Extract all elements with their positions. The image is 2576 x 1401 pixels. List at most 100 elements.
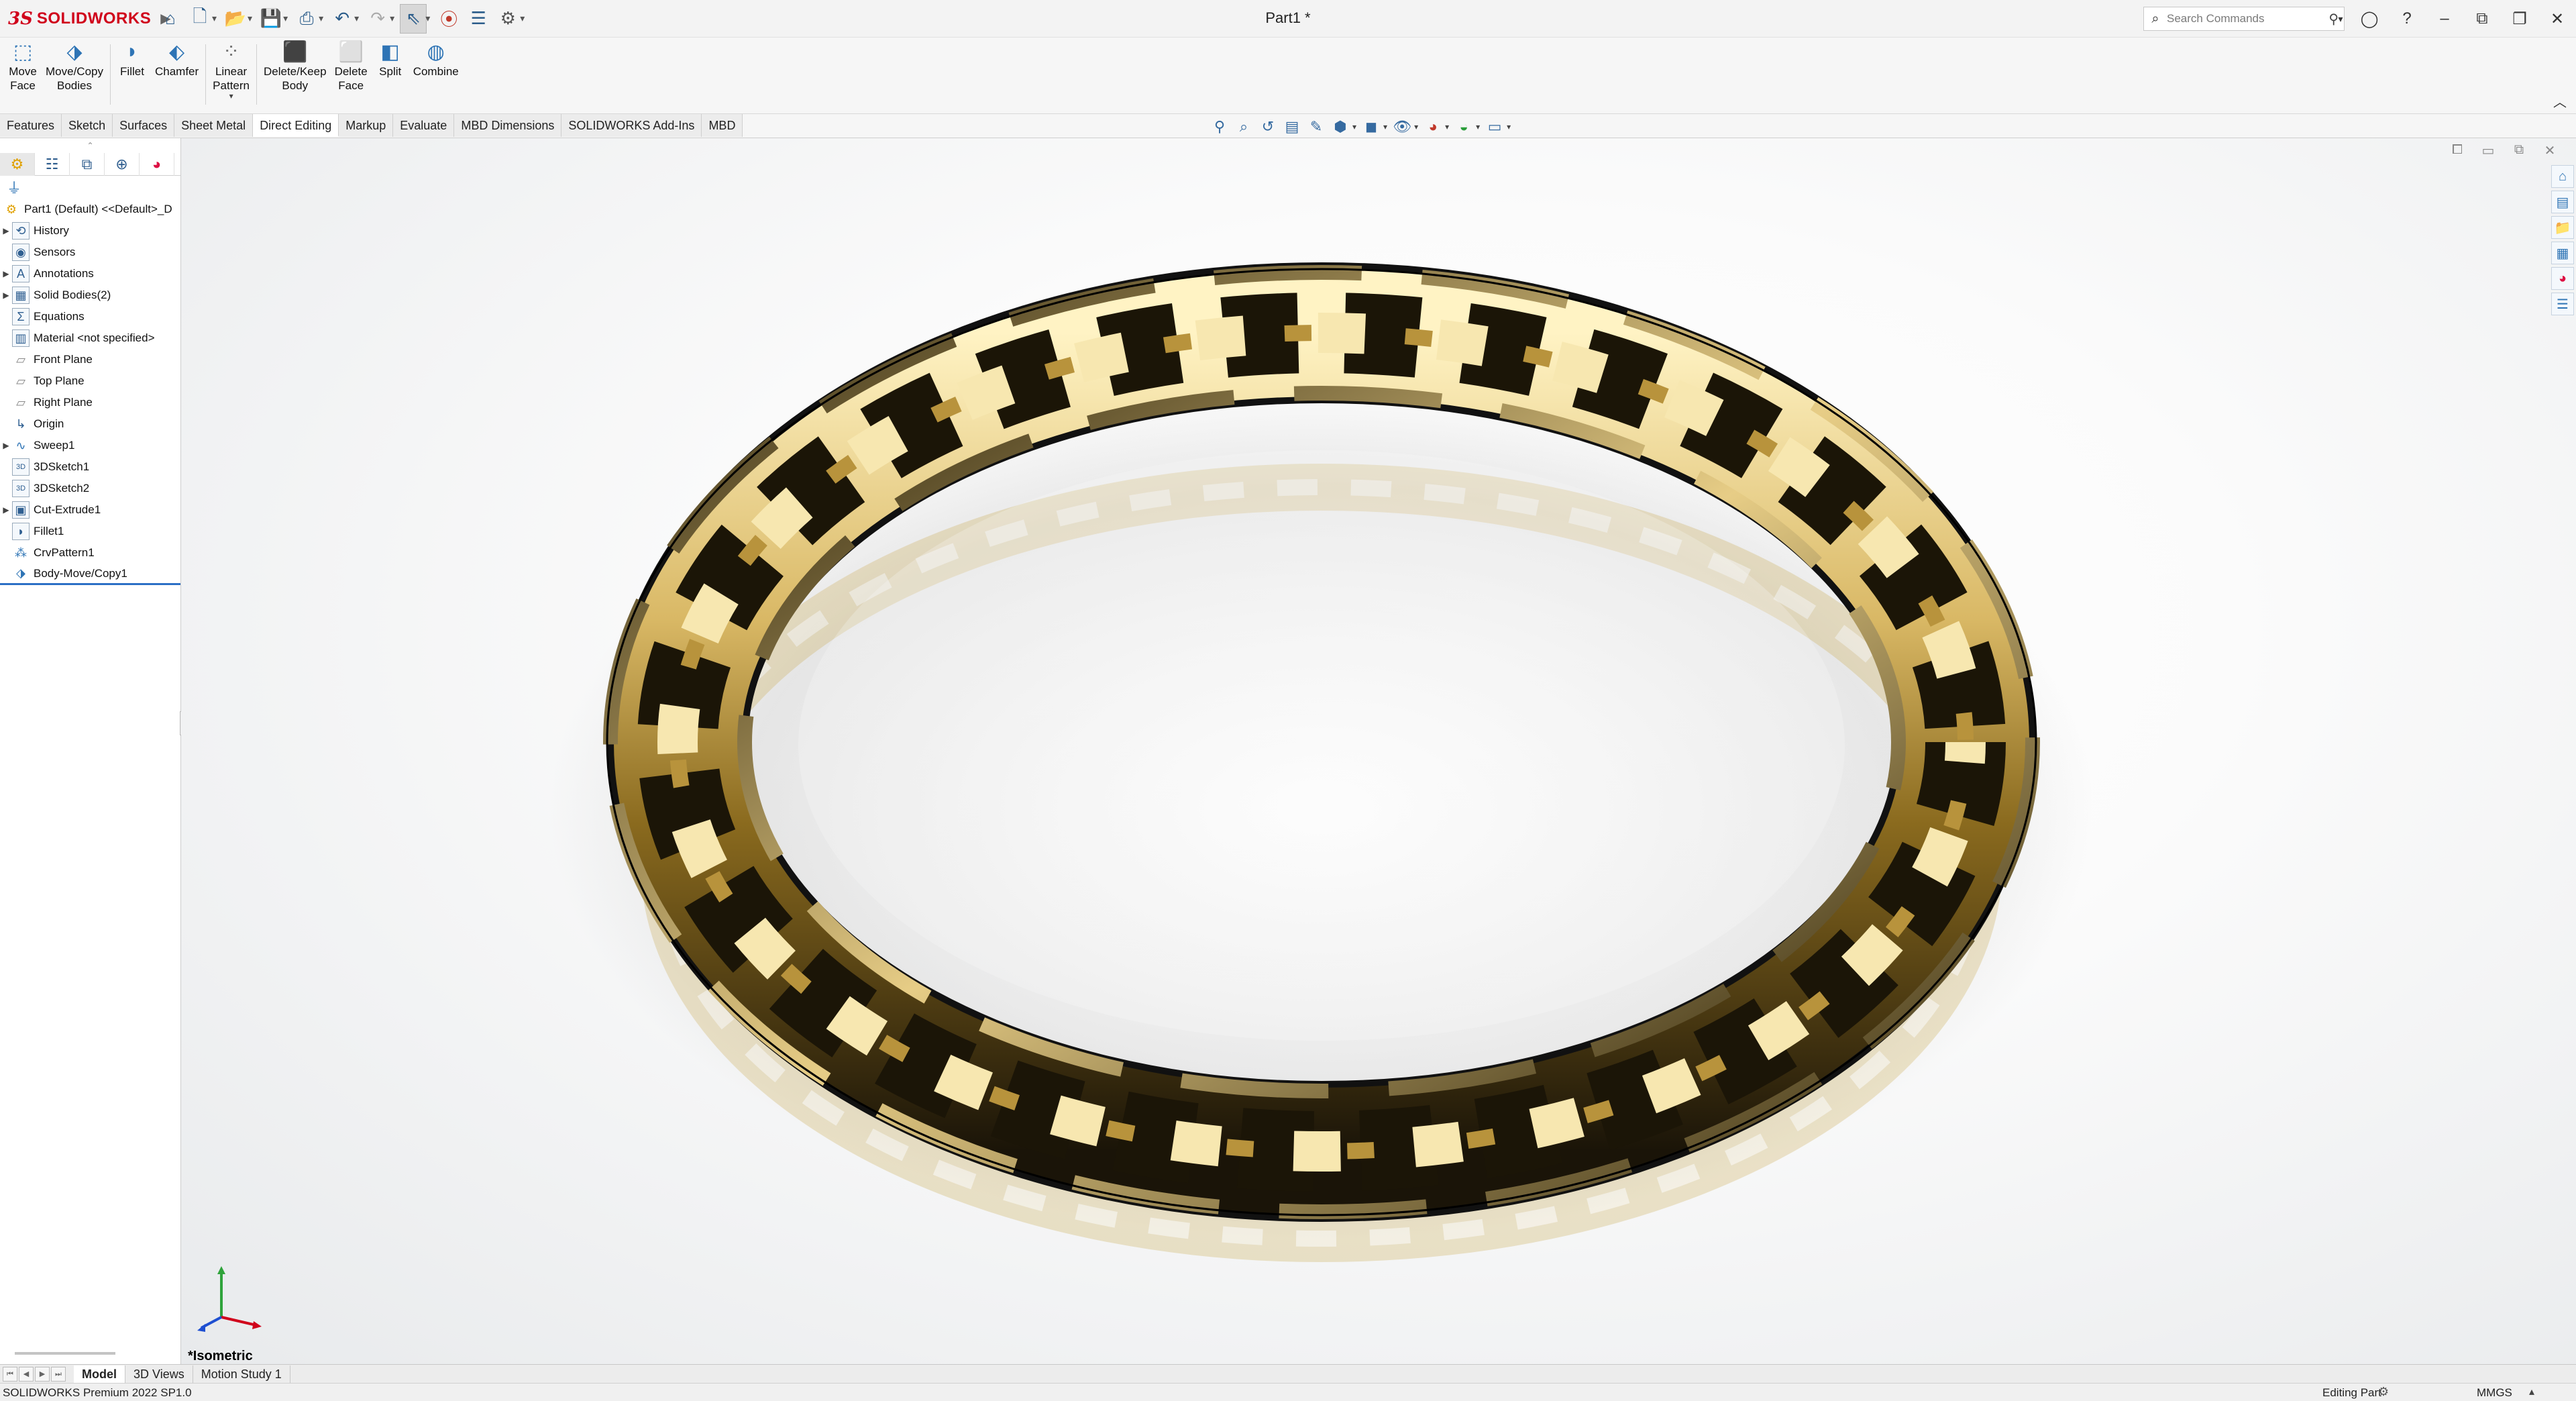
maximize-icon[interactable]: ❐ (2501, 0, 2538, 38)
section-view-icon[interactable]: ▤ (1280, 116, 1304, 138)
restore-doc-icon[interactable]: ⧉ (2463, 0, 2501, 38)
view-palette-icon[interactable]: ▦ (2551, 242, 2574, 264)
tab-markup[interactable]: Markup (339, 114, 394, 137)
feature-manager-tab-icon[interactable]: ⚙ (0, 153, 35, 176)
expand-arrow-icon[interactable]: ▶ (0, 441, 12, 450)
dynamic-annotation-icon[interactable]: ✎ (1304, 116, 1328, 138)
chevron-down-icon[interactable]: ▾ (229, 91, 233, 101)
unit-system[interactable]: MMGS (2477, 1386, 2512, 1400)
tab-mbd-dimensions[interactable]: MBD Dimensions (454, 114, 562, 137)
dimxpert-manager-tab-icon[interactable]: ⊕ (105, 153, 140, 176)
tab-sketch[interactable]: Sketch (62, 114, 113, 137)
tab-sheet-metal[interactable]: Sheet Metal (174, 114, 254, 137)
next-tab-icon[interactable]: ▶ (35, 1366, 50, 1382)
rebuild-status-icon[interactable]: ⚙ (2378, 1385, 2389, 1399)
tree-item-front-plane[interactable]: ▱ Front Plane (0, 349, 180, 370)
new-document-icon[interactable]: 🗋 (186, 4, 213, 34)
tree-item-right-plane[interactable]: ▱ Right Plane (0, 392, 180, 413)
open-folder-icon[interactable]: 📂 (222, 4, 249, 34)
delete-face-button[interactable]: ⬜ Delete Face (331, 38, 372, 93)
chevron-down-icon[interactable]: ▾ (283, 13, 288, 24)
move-copy-bodies-button[interactable]: ⬗ Move/Copy Bodies (42, 38, 107, 93)
split-view-icon[interactable]: ⧠ (2442, 142, 2473, 162)
tab-mbd[interactable]: MBD (702, 114, 743, 137)
close-view-icon[interactable]: ✕ (2534, 142, 2565, 162)
split-button[interactable]: ◧ Split (372, 38, 409, 79)
chevron-down-icon[interactable]: ▾ (1476, 122, 1480, 132)
graphics-area[interactable]: ⧠ ▭ ⧉ ✕ *Isometric (181, 138, 2576, 1364)
tree-item-origin[interactable]: ↳ Origin (0, 413, 180, 435)
last-tab-icon[interactable]: ⏭ (51, 1366, 66, 1382)
tree-item-equations[interactable]: Σ Equations (0, 306, 180, 327)
tree-item-cut-extrude1[interactable]: ▶ ▣ Cut-Extrude1 (0, 499, 180, 521)
select-cursor-icon[interactable]: ⇖ (400, 3, 427, 34)
tab-model[interactable]: Model (74, 1365, 125, 1383)
chevron-down-icon[interactable]: ▾ (1352, 122, 1356, 132)
configuration-manager-tab-icon[interactable]: ⧉ (70, 153, 105, 176)
chevron-down-icon[interactable]: ▾ (212, 13, 217, 24)
expand-arrow-icon[interactable]: ▶ (0, 269, 12, 278)
fillet-button[interactable]: ◗ Fillet (113, 38, 151, 79)
chevron-down-icon[interactable]: ▾ (1507, 122, 1511, 132)
display-style-icon[interactable]: ◼ (1359, 116, 1383, 138)
restore-view-icon[interactable]: ⧉ (2504, 142, 2534, 162)
linear-pattern-button[interactable]: ⁘ Linear Pattern ▾ (209, 38, 254, 101)
twisted-ring-model[interactable] (181, 138, 2576, 1364)
view-settings-icon[interactable]: ▭ (1483, 116, 1507, 138)
tab-direct-editing[interactable]: Direct Editing (253, 114, 339, 137)
previous-view-icon[interactable]: ↺ (1256, 116, 1280, 138)
minimize-icon[interactable]: – (2426, 0, 2463, 38)
solidworks-resources-icon[interactable]: ⌂ (2551, 165, 2574, 188)
expand-arrow-icon[interactable]: ▶ (0, 226, 12, 236)
tree-item-annotations[interactable]: ▶ A Annotations (0, 263, 180, 284)
edit-appearance-icon[interactable]: ◕ (1421, 116, 1445, 138)
options-gear-icon[interactable]: ⚙ (494, 4, 521, 34)
tab-solidworks-add-ins[interactable]: SOLIDWORKS Add-Ins (561, 114, 702, 137)
tree-filter-icon[interactable]: ⏚ (0, 176, 180, 199)
collapse-ribbon-icon[interactable]: ︿ (2553, 91, 2567, 111)
zoom-to-area-icon[interactable]: ⌕ (1232, 116, 1256, 138)
chevron-down-icon[interactable]: ▾ (1383, 122, 1387, 132)
tree-item-sweep1[interactable]: ▶ ∿ Sweep1 (0, 435, 180, 456)
chevron-up-icon[interactable]: ▴ (2529, 1385, 2534, 1398)
display-manager-tab-icon[interactable]: ◕ (140, 153, 174, 176)
close-icon[interactable]: ✕ (2538, 0, 2576, 38)
chevron-down-icon[interactable]: ▾ (319, 13, 323, 24)
chevron-down-icon[interactable]: ▾ (425, 13, 430, 24)
chevron-down-icon[interactable]: ▾ (520, 13, 525, 24)
chevron-down-icon[interactable]: ▾ (354, 13, 359, 24)
tree-item-body-move-copy1[interactable]: ⬗ Body-Move/Copy1 (0, 564, 180, 585)
redo-icon[interactable]: ↷ (364, 4, 391, 34)
chamfer-button[interactable]: ⬖ Chamfer (151, 38, 203, 79)
tree-item-material[interactable]: ▥ Material <not specified> (0, 327, 180, 349)
tab-surfaces[interactable]: Surfaces (113, 114, 175, 137)
tab-motion-study-1[interactable]: Motion Study 1 (193, 1365, 290, 1383)
file-properties-icon[interactable]: ☰ (465, 4, 492, 34)
combine-button[interactable]: ◍ Combine (409, 38, 463, 79)
horizontal-scrollbar[interactable] (15, 1352, 115, 1355)
tree-item-top-plane[interactable]: ▱ Top Plane (0, 370, 180, 392)
tree-item-3dsketch1[interactable]: 3D 3DSketch1 (0, 456, 180, 478)
expand-arrow-icon[interactable]: ▶ (0, 291, 12, 300)
design-library-icon[interactable]: ▤ (2551, 191, 2574, 213)
solidworks-logo[interactable]: 3S SOLIDWORKS ▶ (0, 0, 171, 38)
appearances-icon[interactable]: ◕ (2551, 267, 2574, 290)
search-commands-input[interactable]: ⌕ Search Commands ⚲ (2143, 7, 2345, 31)
undo-icon[interactable]: ↶ (329, 4, 356, 34)
chevron-down-icon[interactable]: ▾ (2330, 0, 2351, 38)
user-account-icon[interactable]: ◯ (2351, 0, 2388, 38)
tree-item-fillet1[interactable]: ◗ Fillet1 (0, 521, 180, 542)
help-icon[interactable]: ? (2388, 0, 2426, 38)
tab-evaluate[interactable]: Evaluate (393, 114, 455, 137)
delete-keep-body-button[interactable]: ⬛ Delete/Keep Body (260, 38, 331, 93)
home-icon[interactable]: ⌂ (157, 4, 184, 34)
property-manager-tab-icon[interactable]: ☷ (35, 153, 70, 176)
view-orientation-icon[interactable]: ⬢ (1328, 116, 1352, 138)
apply-scene-icon[interactable]: ◒ (1452, 116, 1476, 138)
tree-item-sensors[interactable]: ◉ Sensors (0, 242, 180, 263)
prev-tab-icon[interactable]: ◀ (19, 1366, 34, 1382)
chevron-down-icon[interactable]: ▾ (248, 13, 252, 24)
minimize-view-icon[interactable]: ▭ (2473, 142, 2504, 162)
tab-3d-views[interactable]: 3D Views (125, 1365, 193, 1383)
save-icon[interactable]: 💾 (258, 4, 284, 34)
